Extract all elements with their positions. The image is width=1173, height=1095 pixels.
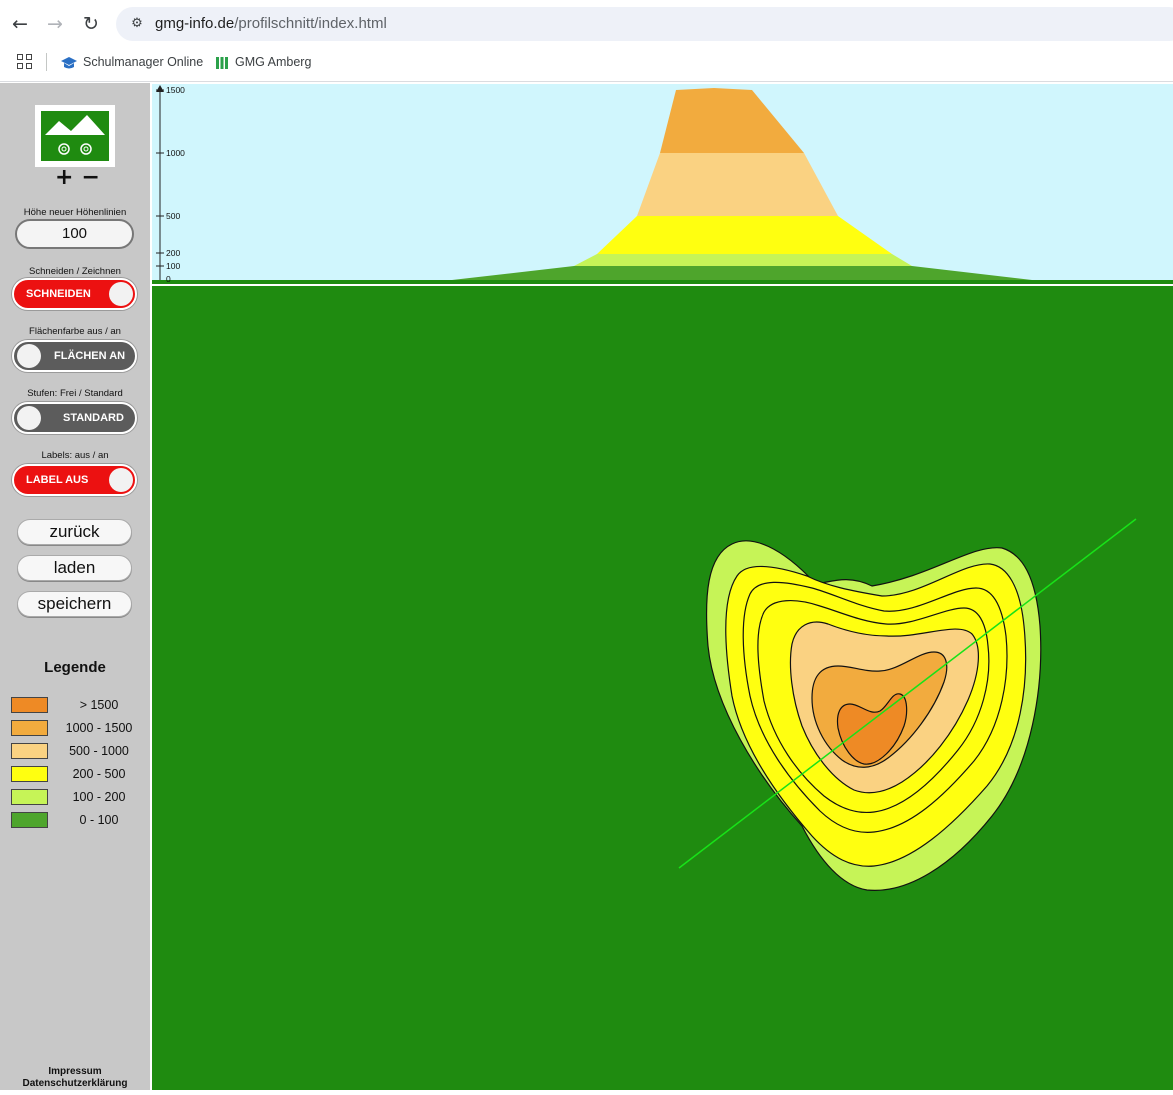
legend-swatch <box>11 766 48 782</box>
contour-map[interactable] <box>152 286 1173 1090</box>
site-info-icon[interactable]: ⚙ <box>128 15 146 33</box>
profile-canvas: 1500 1000 500 200 100 0 <box>152 84 1173 284</box>
bookmarks-bar: Schulmanager Online GMG Amberg <box>0 48 1173 82</box>
back-icon[interactable]: ← <box>10 12 30 36</box>
labels-toggle-text: LABEL AUS <box>26 474 89 486</box>
legend-row: 200 - 500 <box>11 766 141 782</box>
zoom-out-button[interactable]: − <box>81 165 107 190</box>
toggle-knob <box>17 406 41 430</box>
toggle-knob <box>109 468 133 492</box>
legend-label: 500 - 1000 <box>69 744 129 758</box>
apps-grid-icon[interactable] <box>17 54 33 70</box>
labels-toggle[interactable]: LABEL AUS <box>12 464 137 496</box>
legend-row: 0 - 100 <box>11 812 141 828</box>
legend-swatch <box>11 697 48 713</box>
legend-label: 1000 - 1500 <box>65 721 133 735</box>
legend-swatch <box>11 789 48 805</box>
cut-draw-toggle[interactable]: SCHNEIDEN <box>12 278 137 310</box>
footer-links: Impressum Datenschutzerklärung <box>0 1066 150 1090</box>
bars-icon <box>216 56 228 69</box>
legend-label: 100 - 200 <box>72 790 126 804</box>
axis-tick-1000: 1000 <box>166 148 185 158</box>
save-button[interactable]: speichern <box>17 591 132 617</box>
legend-row: 100 - 200 <box>11 789 141 805</box>
map-canvas[interactable] <box>152 286 1173 1090</box>
legend-row: 1000 - 1500 <box>11 720 141 736</box>
graduation-cap-icon <box>61 56 77 69</box>
toggle-knob <box>17 344 41 368</box>
labels-label: Labels: aus / an <box>41 450 109 461</box>
legend-row: 500 - 1000 <box>11 743 141 759</box>
app-logo <box>35 105 115 167</box>
steps-label: Stufen: Frei / Standard <box>27 388 123 399</box>
legend-label: 0 - 100 <box>79 813 119 827</box>
zoom-controls: +− <box>55 167 108 189</box>
sidebar: +− Höhe neuer Höhenlinien 100 Schneiden … <box>0 83 150 1090</box>
url-text[interactable]: gmg-info.de/profilschnitt/index.html <box>155 15 387 33</box>
axis-tick-0: 0 <box>166 274 171 284</box>
legend-label: > 1500 <box>79 698 119 712</box>
mountain-logo-icon <box>41 111 109 161</box>
bookmark-gmg-amberg[interactable]: GMG Amberg <box>215 52 311 72</box>
reload-icon[interactable]: ↻ <box>81 12 101 36</box>
address-bar[interactable]: ⚙ gmg-info.de/profilschnitt/index.html <box>116 7 1173 41</box>
bookmark-schulmanager[interactable]: Schulmanager Online <box>61 52 203 72</box>
area-toggle[interactable]: FLÄCHEN AN <box>12 340 137 372</box>
bookmarks-separator <box>46 53 47 71</box>
height-label: Höhe neuer Höhenlinien <box>23 207 127 218</box>
forward-icon[interactable]: → <box>45 12 65 36</box>
profile-view: 1500 1000 500 200 100 0 <box>152 84 1173 284</box>
area-toggle-text: FLÄCHEN AN <box>54 350 126 362</box>
legend-swatch <box>11 720 48 736</box>
zoom-in-button[interactable]: + <box>55 165 81 190</box>
profile-layer-500-1000 <box>637 153 838 216</box>
profile-layer-100-200 <box>574 254 912 266</box>
toggle-knob <box>109 282 133 306</box>
legend-swatch <box>11 812 48 828</box>
cut-draw-label: Schneiden / Zeichnen <box>29 266 121 277</box>
axis-tick-500: 500 <box>166 211 180 221</box>
imprint-link[interactable]: Impressum <box>0 1066 150 1078</box>
height-input[interactable]: 100 <box>15 219 134 249</box>
privacy-link[interactable]: Datenschutzerklärung <box>0 1078 150 1090</box>
browser-toolbar: ← → ↻ ⚙ gmg-info.de/profilschnitt/index.… <box>0 0 1173 48</box>
area-label: Flächenfarbe aus / an <box>29 326 121 337</box>
cut-draw-toggle-text: SCHNEIDEN <box>26 288 91 300</box>
load-button[interactable]: laden <box>17 555 132 581</box>
legend-label: 200 - 500 <box>72 767 126 781</box>
back-button[interactable]: zurück <box>17 519 132 545</box>
axis-tick-1500: 1500 <box>166 85 185 95</box>
axis-tick-100: 100 <box>166 261 180 271</box>
axis-tick-200: 200 <box>166 248 180 258</box>
legend-swatch <box>11 743 48 759</box>
steps-toggle[interactable]: STANDARD <box>12 402 137 434</box>
legend-title: Legende <box>44 659 106 676</box>
steps-toggle-text: STANDARD <box>63 412 124 424</box>
legend-row: > 1500 <box>11 697 141 713</box>
